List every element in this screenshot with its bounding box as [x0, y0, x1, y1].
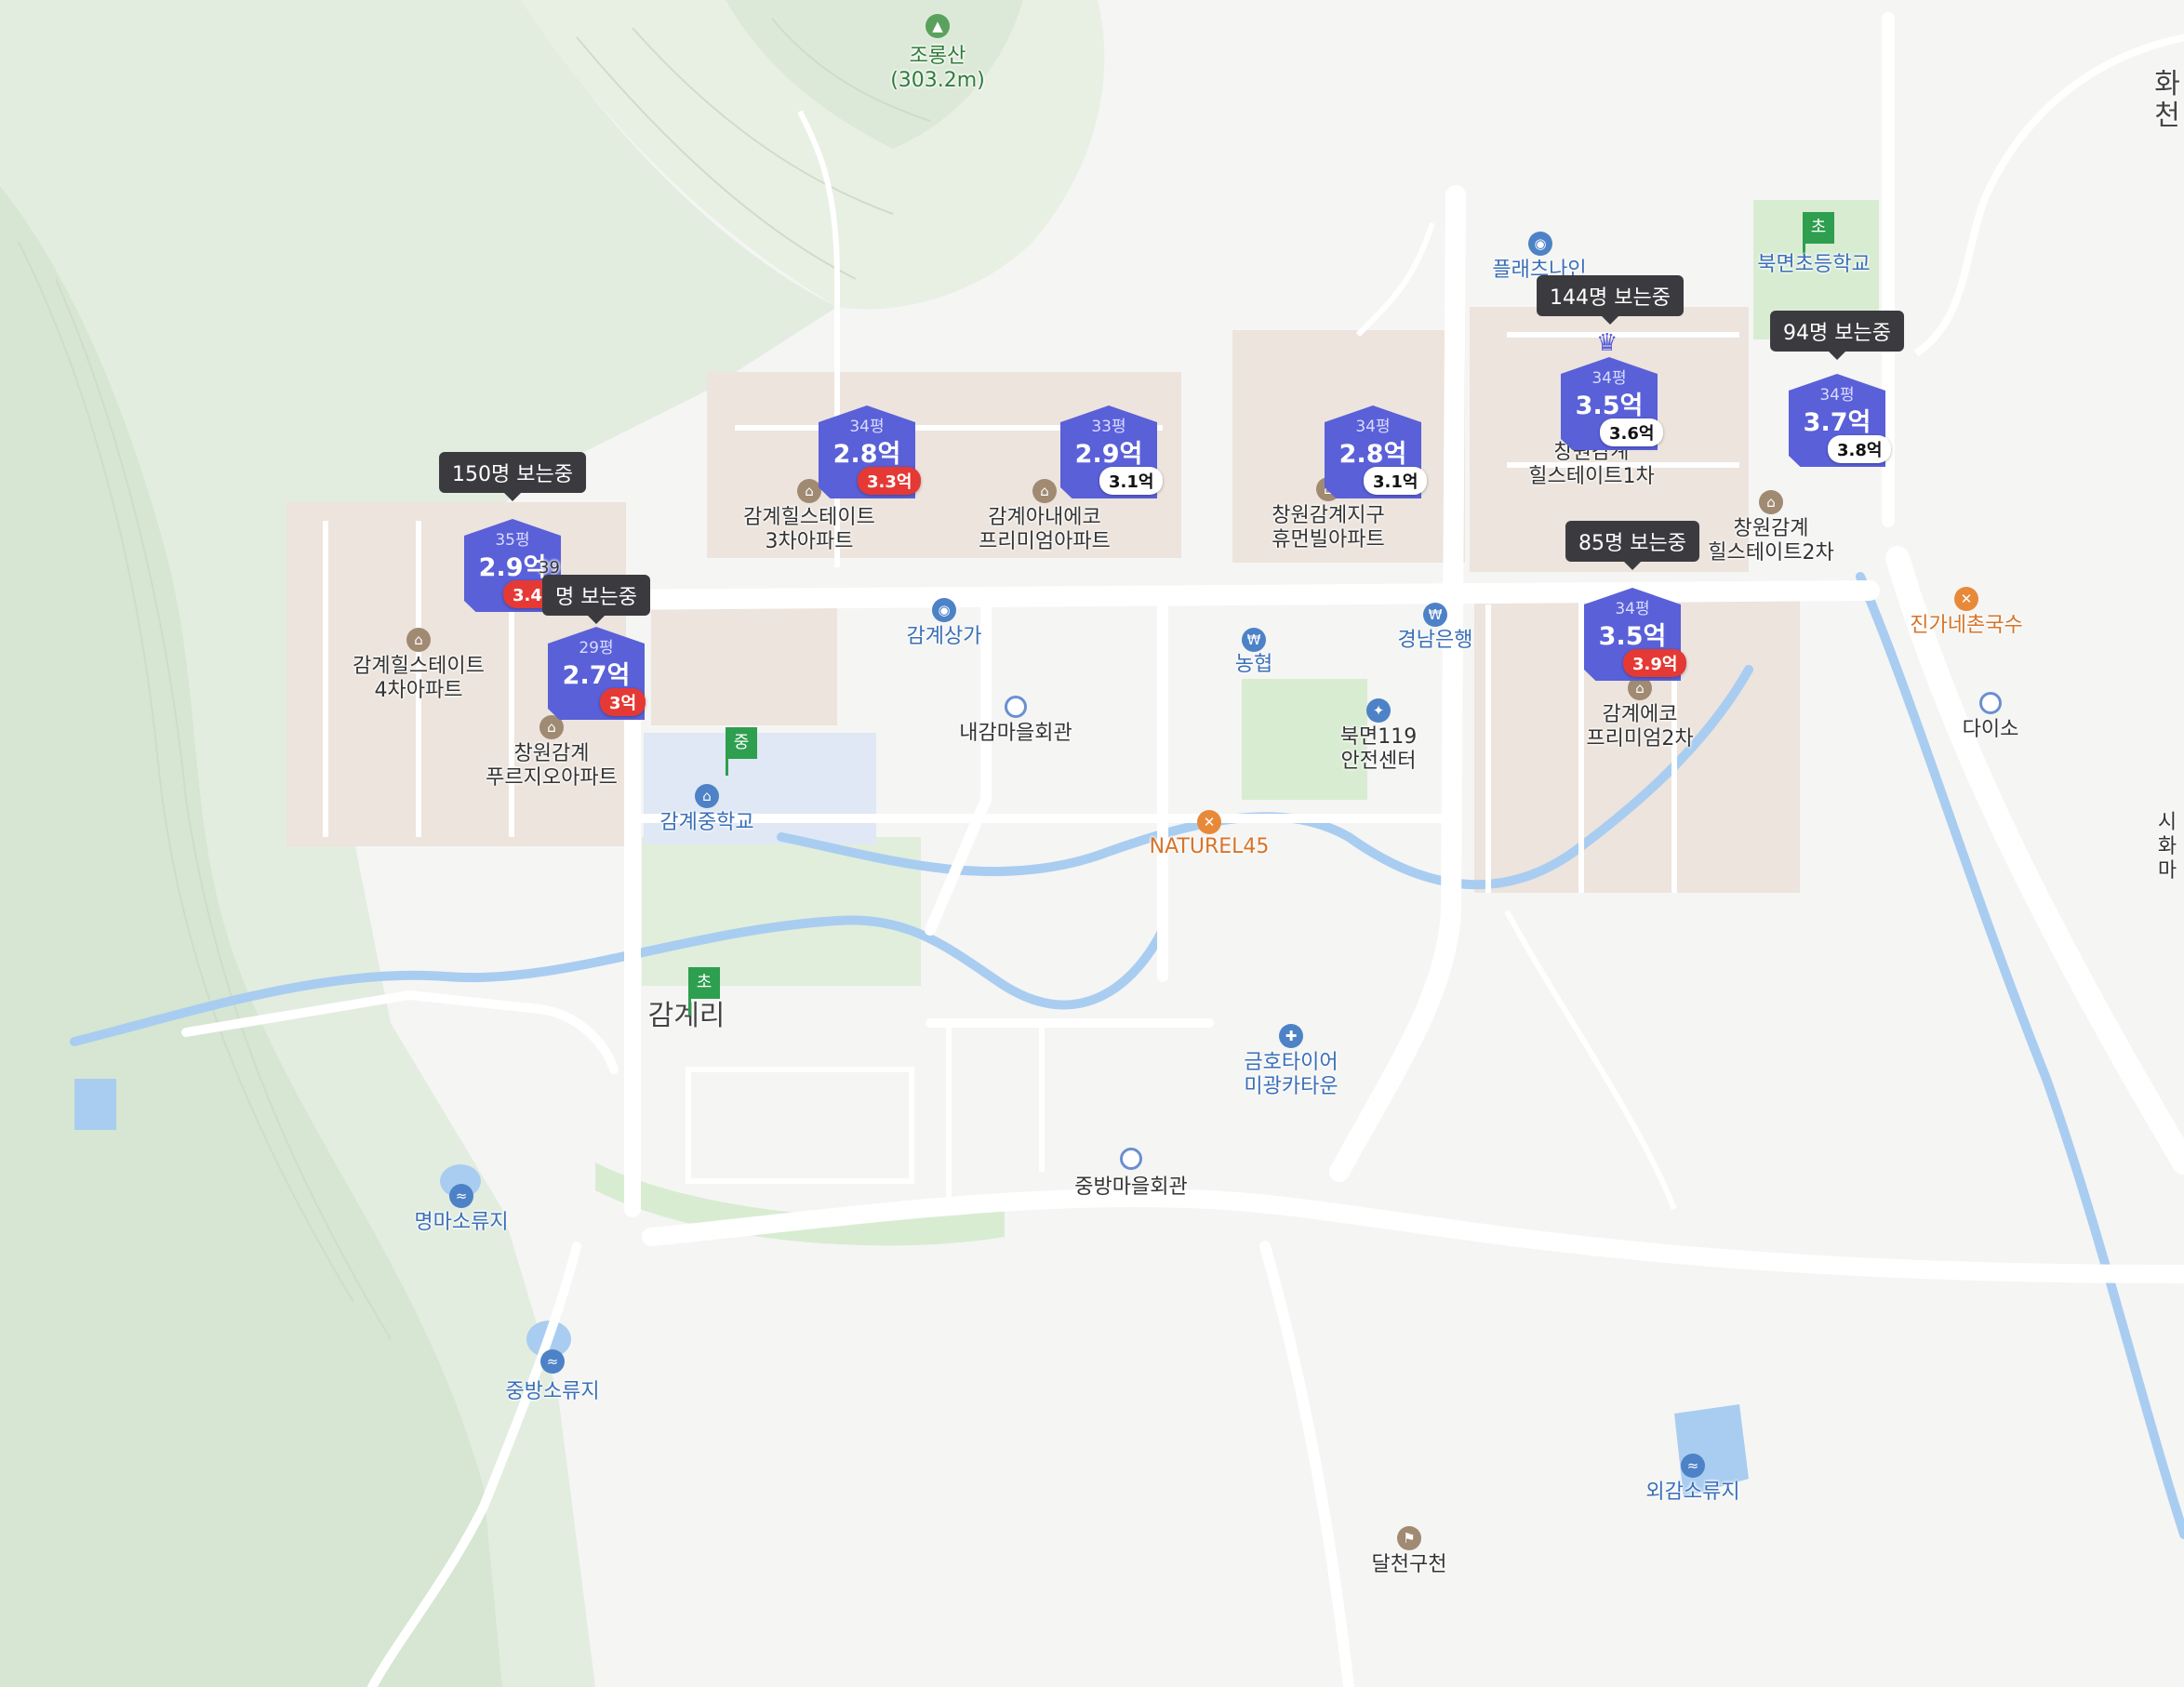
price-marker-hillstate2[interactable]: 34평 3.7억 3.8억: [1789, 357, 1892, 467]
apartment-icon: ⌂: [1032, 479, 1057, 503]
viewer-bubble: 85명 보는중: [1565, 521, 1699, 570]
restaurant-icon: ✕: [1954, 587, 1978, 611]
community-center-icon: [1005, 696, 1027, 718]
school-flag-middle[interactable]: 중: [726, 727, 757, 776]
poi-label-jungbang-reservoir[interactable]: 중방소류지: [505, 1380, 599, 1404]
poi-label-myeongma[interactable]: 명마소류지: [414, 1211, 508, 1235]
bank-icon: ₩: [1423, 603, 1447, 627]
shopping-icon: ◉: [1528, 232, 1552, 256]
poi-label-naturel45[interactable]: NATUREL45: [1150, 835, 1270, 859]
school-label-bukmyeon[interactable]: 북면초등학교: [1757, 253, 1870, 277]
poi-label-daiso[interactable]: 다이소: [1963, 718, 2019, 742]
marker-price: 2.9억: [1074, 440, 1143, 469]
mountain-icon: ▲: [926, 14, 950, 38]
marker-sub-price: 3.3억: [858, 467, 922, 495]
marker-price: 3.5억: [1598, 622, 1667, 651]
marker-sub-price: 3.9억: [1623, 649, 1687, 677]
landmark-icon: ⚑: [1397, 1526, 1421, 1550]
poi-label-dalcheon[interactable]: 달천구천: [1372, 1553, 1447, 1577]
marker-sub-price: 3억: [600, 688, 646, 716]
poi-label-oegam[interactable]: 외감소류지: [1645, 1481, 1739, 1505]
apartment-label-hillstate2[interactable]: 창원감계 힐스테이트2차: [1708, 517, 1833, 565]
poi-label-jinga-noodle[interactable]: 진가네촌국수: [1910, 614, 2022, 638]
price-marker-eco-premium[interactable]: 33평 2.9억 3.1억: [1060, 389, 1164, 498]
marker-price: 3.5억: [1575, 392, 1644, 420]
store-icon: [1979, 692, 2002, 714]
apartment-icon: ⌂: [406, 628, 431, 652]
edge-label-right: 시화마: [2157, 811, 2177, 883]
poi-label-jungbang[interactable]: 중방마을회관: [1074, 1176, 1187, 1200]
apartment-label-hillstate4[interactable]: 감계힐스테이트 4차아파트: [353, 655, 485, 703]
apartment-label-eco-premium2[interactable]: 감계에코 프리미엄2차: [1586, 703, 1693, 751]
apartment-label-hillstate3[interactable]: 감계힐스테이트 3차아파트: [743, 506, 875, 554]
school-flag-elementary-2[interactable]: 초: [688, 967, 720, 1016]
reservoir-icon: ≈: [540, 1349, 565, 1374]
price-marker-eco-premium2[interactable]: 34평 3.5억 3.9억: [1584, 571, 1687, 681]
price-marker-humanvill[interactable]: 34평 2.8억 3.1억: [1325, 389, 1428, 498]
marker-sub-price: 3.8억: [1828, 435, 1892, 463]
price-marker-hillstate1[interactable]: ♛ 34평 3.5억 3.6억: [1561, 329, 1664, 450]
marker-price: 3.7억: [1803, 408, 1871, 437]
town-label: 감계리: [647, 1000, 726, 1032]
car-repair-icon: ✚: [1279, 1024, 1303, 1048]
shopping-icon: ◉: [932, 598, 956, 622]
marker-price: 2.8억: [1338, 440, 1407, 469]
mountain-name: 조롱산: [909, 45, 966, 68]
marker-sub-price: 3.1억: [1364, 467, 1428, 495]
marker-price: 2.7억: [562, 661, 631, 690]
crown-icon: ♛: [1596, 329, 1618, 357]
viewer-bubble: 명 보는중: [542, 575, 650, 624]
poi-label-kyongnam-bank[interactable]: 경남은행: [1398, 629, 1473, 653]
apartment-icon: ⌂: [1759, 490, 1783, 514]
apartment-label-eco-premium[interactable]: 감계아내에코 프리미엄아파트: [979, 506, 1111, 554]
marker-sub-price: 3.1억: [1099, 467, 1164, 495]
school-flag-elementary[interactable]: 초: [1803, 212, 1834, 260]
edge-label-top: 화천: [2154, 68, 2180, 132]
map-canvas[interactable]: ▲ 조롱산 (303.2m) 감계리 화천 시화마 ⌂ 감계힐스테이트 4차아파트…: [0, 0, 2184, 1687]
bank-icon: ₩: [1242, 628, 1266, 652]
mountain-elevation: (303.2m): [890, 69, 985, 92]
viewer-bubble: 144명 보는중: [1537, 275, 1684, 325]
viewer-bubble: 150명 보는중: [439, 452, 586, 501]
poi-label-119[interactable]: 북면119 안전센터: [1340, 725, 1417, 774]
poi-label-naegam[interactable]: 내감마을회관: [959, 722, 1072, 746]
restaurant-icon: ✕: [1197, 810, 1221, 834]
poi-label-gamgye-sangga[interactable]: 감계상가: [907, 625, 982, 649]
price-marker-hillstate3[interactable]: 34평 2.8억 3.3억: [819, 389, 922, 498]
apartment-label-humanvill[interactable]: 창원감계지구 휴먼빌아파트: [1272, 504, 1384, 552]
apartment-label-prugio[interactable]: 창원감계 푸르지오아파트: [486, 742, 618, 790]
poi-label-gamgye-middle[interactable]: 감계중학교: [659, 811, 753, 835]
reservoir-icon: ≈: [449, 1184, 473, 1208]
marker-sub-price: 3.6억: [1600, 418, 1664, 446]
price-marker-prugio[interactable]: 29평 2.7억 3억: [548, 610, 646, 720]
poi-label-kumho-tire[interactable]: 금호타이어 미광카타운: [1244, 1051, 1338, 1099]
reservoir-icon: ≈: [1681, 1454, 1705, 1478]
school-icon: ⌂: [695, 784, 719, 808]
marker-price: 2.8억: [832, 440, 901, 469]
viewer-bubble: 94명 보는중: [1770, 311, 1904, 360]
community-center-icon: [1120, 1148, 1142, 1170]
fire-station-icon: ✦: [1366, 698, 1391, 723]
poi-label-nonghyup[interactable]: 농협: [1235, 653, 1272, 677]
mountain-label[interactable]: 조롱산 (303.2m): [890, 45, 985, 93]
